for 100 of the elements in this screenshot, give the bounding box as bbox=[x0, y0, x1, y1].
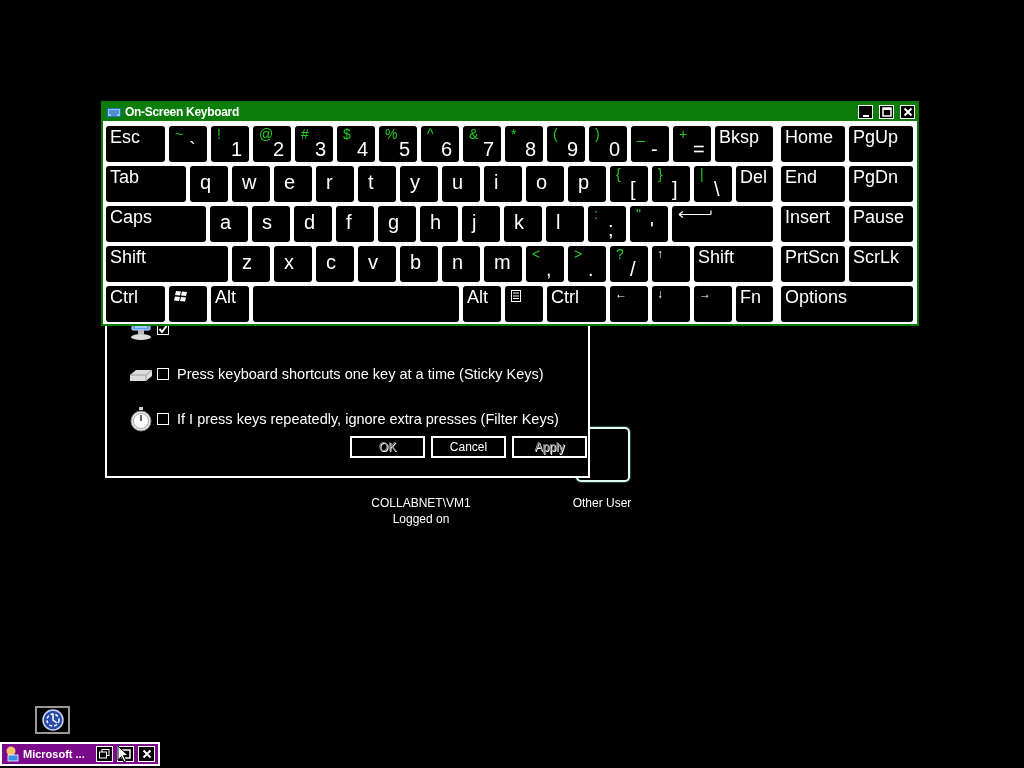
keyboard-key[interactable]: % 5 bbox=[379, 126, 417, 162]
keyboard-key[interactable]: PgDn bbox=[849, 166, 913, 202]
keyboard-key[interactable]: j bbox=[462, 206, 500, 242]
close-button[interactable] bbox=[138, 746, 155, 762]
keyboard-key[interactable]: PgUp bbox=[849, 126, 913, 162]
keyboard-key[interactable]: z bbox=[232, 246, 270, 282]
minimize-icon bbox=[862, 115, 869, 117]
keyboard-key[interactable]: l bbox=[546, 206, 584, 242]
keyboard-key[interactable]: * 8 bbox=[505, 126, 543, 162]
keyboard-key[interactable]: _ - bbox=[631, 126, 669, 162]
keyboard-key[interactable]: s bbox=[252, 206, 290, 242]
mouse-pointer-icon bbox=[117, 745, 129, 763]
window-title: Microsoft ... bbox=[23, 748, 86, 760]
keyboard-key[interactable]: ↓ bbox=[652, 286, 690, 322]
keyboard-key[interactable]: End bbox=[781, 166, 845, 202]
keyboard-key[interactable]: a bbox=[210, 206, 248, 242]
keyboard-key[interactable]: m bbox=[484, 246, 522, 282]
dialog-button[interactable]: Cancel bbox=[431, 436, 506, 458]
keyboard-key[interactable]: Shift bbox=[694, 246, 773, 282]
keyboard-key[interactable] bbox=[505, 286, 543, 322]
keyboard-key[interactable]: Shift bbox=[106, 246, 228, 282]
keyboard-key[interactable]: Home bbox=[781, 126, 845, 162]
checkbox[interactable] bbox=[157, 368, 169, 380]
keyboard-key[interactable]: w bbox=[232, 166, 270, 202]
keyboard-key[interactable]: : ; bbox=[588, 206, 626, 242]
close-button[interactable] bbox=[900, 105, 915, 119]
keyboard-key[interactable] bbox=[169, 286, 207, 322]
keyboard-key[interactable]: Del bbox=[736, 166, 773, 202]
keyboard-key[interactable]: f bbox=[336, 206, 374, 242]
keyboard-key[interactable]: x bbox=[274, 246, 312, 282]
keyboard-key[interactable]: $ 4 bbox=[337, 126, 375, 162]
keyboard-key[interactable]: Alt bbox=[211, 286, 249, 322]
keyboard-key[interactable]: t bbox=[358, 166, 396, 202]
keyboard-key[interactable]: Insert bbox=[781, 206, 845, 242]
keyboard-key[interactable]: g bbox=[378, 206, 416, 242]
keyboard-key[interactable]: → bbox=[694, 286, 732, 322]
keyboard-key[interactable]: ~ ` bbox=[169, 126, 207, 162]
keyboard-key[interactable]: + = bbox=[673, 126, 711, 162]
user-status: Logged on bbox=[392, 511, 450, 527]
keyboard-key[interactable]: c bbox=[316, 246, 354, 282]
keyboard-key[interactable]: Ctrl bbox=[106, 286, 165, 322]
keyboard-key[interactable]: | \ bbox=[694, 166, 732, 202]
keyboard-key[interactable]: Caps bbox=[106, 206, 206, 242]
keyboard-key[interactable]: & 7 bbox=[463, 126, 501, 162]
minimized-window-bar[interactable]: Microsoft ... bbox=[0, 742, 160, 766]
restore-button[interactable] bbox=[96, 746, 113, 762]
keyboard-key[interactable]: r bbox=[316, 166, 354, 202]
checkbox[interactable] bbox=[157, 413, 169, 425]
keyboard-key[interactable]: e bbox=[274, 166, 312, 202]
option-label: If I press keys repeatedly, ignore extra presses (Filter Keys) bbox=[177, 411, 559, 427]
keyboard-key[interactable]: d bbox=[294, 206, 332, 242]
keyboard-key[interactable]: u bbox=[442, 166, 480, 202]
keyboard-key[interactable]: y bbox=[400, 166, 438, 202]
keyboard-key[interactable]: Pause bbox=[849, 206, 913, 242]
option-label: Press keyboard shortcuts one key at a time (Sticky Keys) bbox=[177, 366, 544, 382]
keyboard-key[interactable]: < , bbox=[526, 246, 564, 282]
keyboard-key[interactable]: p bbox=[568, 166, 606, 202]
keyboard-key[interactable]: ? / bbox=[610, 246, 648, 282]
stopwatch-icon bbox=[129, 406, 153, 432]
keyboard-key[interactable]: q bbox=[190, 166, 228, 202]
keyboard-key[interactable]: b bbox=[400, 246, 438, 282]
keyboard-key[interactable]: ( 9 bbox=[547, 126, 585, 162]
keyboard-key[interactable]: " ' bbox=[630, 206, 668, 242]
keyboard-key[interactable]: Ctrl bbox=[547, 286, 606, 322]
keyboard-key[interactable]: > . bbox=[568, 246, 606, 282]
document-icon bbox=[511, 290, 521, 302]
keyboard-key[interactable]: Tab bbox=[106, 166, 186, 202]
keyboard-key[interactable]: Bksp bbox=[715, 126, 773, 162]
keyboard-key[interactable]: v bbox=[358, 246, 396, 282]
user-name: COLLABNET\VM1 bbox=[371, 495, 471, 511]
minimize-button[interactable] bbox=[858, 105, 873, 119]
close-icon bbox=[901, 106, 914, 118]
maximize-button[interactable] bbox=[879, 105, 894, 119]
keyboard-key[interactable]: ↑ bbox=[652, 246, 690, 282]
keyboard-key[interactable]: ← bbox=[610, 286, 648, 322]
keyboard-key[interactable]: } ] bbox=[652, 166, 690, 202]
keyboard-key[interactable]: n bbox=[442, 246, 480, 282]
keyboard-key[interactable]: ) 0 bbox=[589, 126, 627, 162]
keyboard-key[interactable]: ScrLk bbox=[849, 246, 913, 282]
window-title: On-Screen Keyboard bbox=[125, 105, 240, 119]
keyboard-key[interactable]: PrtScn bbox=[781, 246, 845, 282]
keyboard-key[interactable]: o bbox=[526, 166, 564, 202]
keyboard-key[interactable]: Options bbox=[781, 286, 913, 322]
keyboard-key[interactable]: k bbox=[504, 206, 542, 242]
keyboard-key[interactable]: ^ 6 bbox=[421, 126, 459, 162]
keyboard-key[interactable]: Alt bbox=[463, 286, 501, 322]
keyboard-key[interactable]: { [ bbox=[610, 166, 648, 202]
enter-arrow-icon bbox=[678, 210, 712, 219]
keyboard-key[interactable]: h bbox=[420, 206, 458, 242]
maximize-icon bbox=[880, 106, 893, 118]
ease-of-access-button[interactable] bbox=[35, 706, 70, 734]
keyboard-icon bbox=[107, 107, 121, 117]
keyboard-key[interactable]: ! 1 bbox=[211, 126, 249, 162]
keyboard-key[interactable]: Fn bbox=[736, 286, 773, 322]
remote-computer-icon bbox=[5, 746, 19, 762]
keyboard-key[interactable]: i bbox=[484, 166, 522, 202]
user-name: Other User bbox=[572, 495, 632, 511]
keyboard-key[interactable]: @ 2 bbox=[253, 126, 291, 162]
keyboard-key[interactable]: # 3 bbox=[295, 126, 333, 162]
keyboard-key[interactable]: Esc bbox=[106, 126, 165, 162]
